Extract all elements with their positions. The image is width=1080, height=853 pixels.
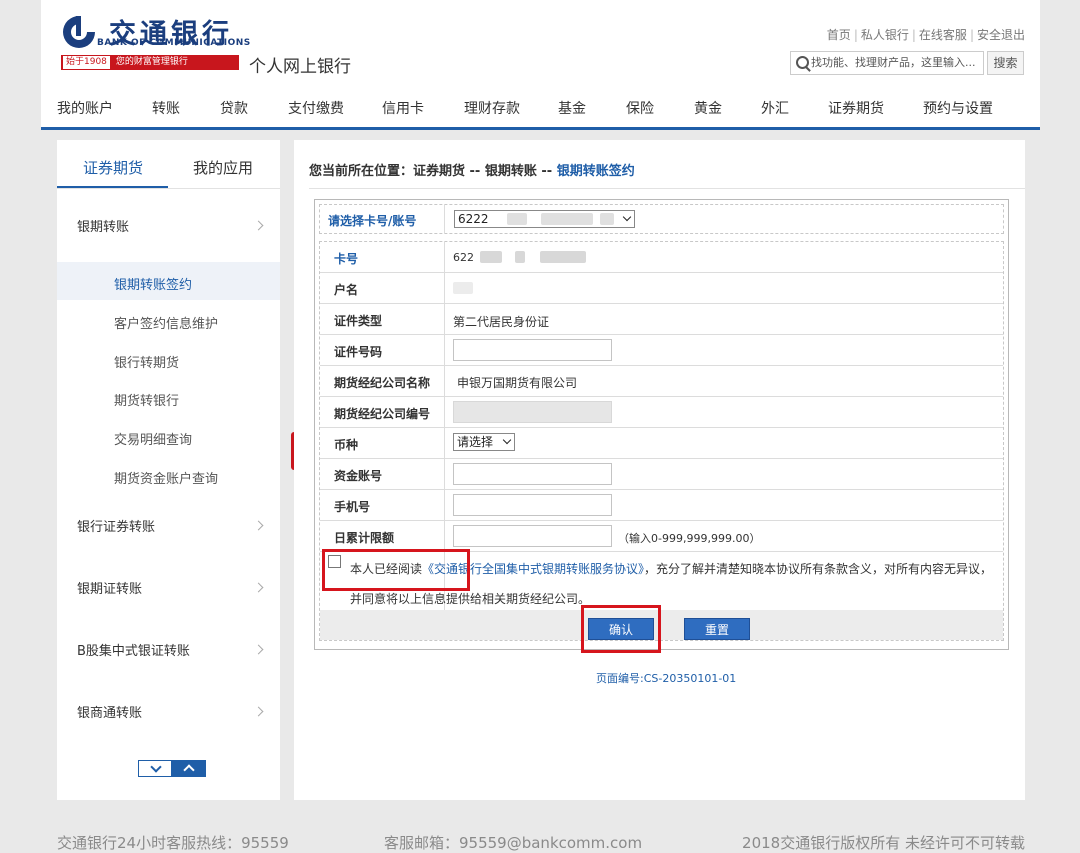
card-number-label: 卡号 [334,252,359,266]
account-select[interactable]: 6222 [454,210,635,228]
footer: 交通银行24小时客服热线：95559 客服邮箱：95559@bankcomm.c… [0,832,1080,852]
link-online-service[interactable]: 在线客服 [919,28,967,42]
site-name: 个人网上银行 [249,57,351,77]
account-select-label: 请选择卡号/账号 [328,214,417,228]
highlight-confirm [581,605,661,653]
nav-credit-card[interactable]: 信用卡 [382,98,424,118]
sidebar-item-bank-to-futures[interactable]: 银行转期货 [114,352,179,371]
link-logout[interactable]: 安全退出 [977,28,1025,42]
id-number-label: 证件号码 [334,345,383,359]
tab-my-apps[interactable]: 我的应用 [193,157,253,178]
main-content: 您当前所在位置：证券期货 -- 银期转账 -- 银期转账签约 请选择卡号/账号 … [294,140,1025,800]
slogan-year: 始于1908 [63,56,110,69]
mobile-field[interactable] [453,494,612,516]
link-home[interactable]: 首页 [827,28,851,42]
account-select-row: 请选择卡号/账号 6222 [319,204,1004,234]
account-select-value: 6222 [458,212,489,226]
page-code: 页面编号:CS-20350101-01 [596,672,737,685]
nav-appointment-settings[interactable]: 预约与设置 [923,98,993,118]
chevron-up-icon [183,764,195,776]
main-nav: 我的账户 转账 贷款 支付缴费 信用卡 理财存款 基金 保险 黄金 外汇 证券期… [41,98,1040,122]
header: 交通银行 BANK OF COMMUNICATIONS 始于1908 您的财富管理… [41,0,1040,130]
highlight-checkbox [322,549,470,591]
chevron-right-icon [253,582,264,593]
chevron-down-icon [502,435,512,445]
mobile-label: 手机号 [334,500,371,514]
scroll-up-button[interactable] [172,760,206,777]
sidebar-item-transaction-query[interactable]: 交易明细查询 [114,429,192,448]
chevron-right-icon [253,644,264,655]
button-bar: 确认 重置 [320,610,1003,640]
nav-fund[interactable]: 基金 [558,98,586,118]
sidebar-item-futures-account-query[interactable]: 期货资金账户查询 [114,468,218,487]
sidebar-item-futures-to-bank[interactable]: 期货转银行 [114,390,179,409]
nav-underline [41,127,1040,130]
broker-code-field [453,401,612,423]
tab-securities-futures[interactable]: 证券期货 [83,157,143,178]
daily-limit-field[interactable] [453,525,612,547]
nav-transfer[interactable]: 转账 [152,98,180,118]
currency-select[interactable]: 请选择 [453,433,515,451]
scroll-down-button[interactable] [138,760,172,777]
broker-code-label: 期货经纪公司编号 [334,407,431,421]
chevron-down-icon [622,212,632,222]
nav-insurance[interactable]: 保险 [626,98,654,118]
id-type-label: 证件类型 [334,314,383,328]
sidebar-cat-bank-merchant[interactable]: 银商通转账 [77,702,142,721]
currency-select-value: 请选择 [457,435,494,449]
sidebar-cat-bank-securities[interactable]: 银行证券转账 [77,516,155,535]
currency-label: 币种 [334,438,359,452]
tab-divider [57,188,280,189]
search-button[interactable]: 搜索 [987,51,1024,75]
search-input[interactable] [811,53,981,71]
nav-my-account[interactable]: 我的账户 [57,98,113,118]
footer-hotline: 交通银行24小时客服热线：95559 [57,834,289,852]
tab-active-indicator [57,186,168,188]
chevron-right-icon [253,520,264,531]
search-box [790,51,984,75]
id-number-field[interactable] [453,339,612,361]
slogan-text: 您的财富管理银行 [115,57,188,67]
bank-logo-icon [63,16,95,48]
nav-gold[interactable]: 黄金 [694,98,722,118]
link-private-bank[interactable]: 私人银行 [861,28,909,42]
broker-name-value: 申银万国期货有限公司 [457,376,578,390]
account-name-label: 户名 [334,283,359,297]
breadcrumb: 您当前所在位置：证券期货 -- 银期转账 -- 银期转账签约 [309,160,635,179]
nav-loan[interactable]: 贷款 [220,98,248,118]
sidebar-cat-bank-futures[interactable]: 银期转账 [77,216,129,235]
search-icon [796,56,809,69]
daily-limit-hint: （输入0-999,999,999.00） [618,532,761,545]
sidebar: 证券期货 我的应用 银期转账 银期转账签约 客户签约信息维护 银行转期货 期货转… [57,140,280,800]
nav-wealth[interactable]: 理财存款 [464,98,520,118]
id-type-value: 第二代居民身份证 [453,315,550,329]
daily-limit-label: 日累计限额 [334,531,395,545]
breadcrumb-current: 银期转账签约 [556,164,635,179]
chevron-right-icon [253,706,264,717]
nav-forex[interactable]: 外汇 [761,98,789,118]
top-links: 首页 | 私人银行 | 在线客服 | 安全退出 [826,28,1025,42]
bank-name-en: BANK OF COMMUNICATIONS [97,38,251,48]
fund-account-field[interactable] [453,463,612,485]
chevron-right-icon [253,220,264,231]
sidebar-cat-bank-futures-securities[interactable]: 银期证转账 [77,578,142,597]
fund-account-label: 资金账号 [334,469,383,483]
sidebar-item-maintain-info[interactable]: 客户签约信息维护 [114,313,218,332]
slogan-bar: 始于1908 您的财富管理银行 [61,55,239,70]
sidebar-cat-b-share[interactable]: B股集中式银证转账 [77,640,190,659]
sidebar-item-sign-contract[interactable]: 银期转账签约 [114,274,192,293]
nav-payment[interactable]: 支付缴费 [288,98,344,118]
footer-copyright: 2018交通银行版权所有 未经许可不可转载 [742,834,1025,852]
sidebar-pager [138,760,206,777]
chevron-down-icon [150,761,162,773]
reset-button[interactable]: 重置 [684,618,750,640]
footer-email: 客服邮箱：95559@bankcomm.com [384,834,643,852]
nav-securities-futures[interactable]: 证券期货 [828,98,884,118]
breadcrumb-path: 证券期货 -- 银期转账 -- [413,164,557,179]
card-number-value: 622 [453,251,474,264]
breadcrumb-divider [309,188,1025,189]
breadcrumb-prefix: 您当前所在位置： [309,164,414,179]
broker-name-label: 期货经纪公司名称 [334,376,431,390]
